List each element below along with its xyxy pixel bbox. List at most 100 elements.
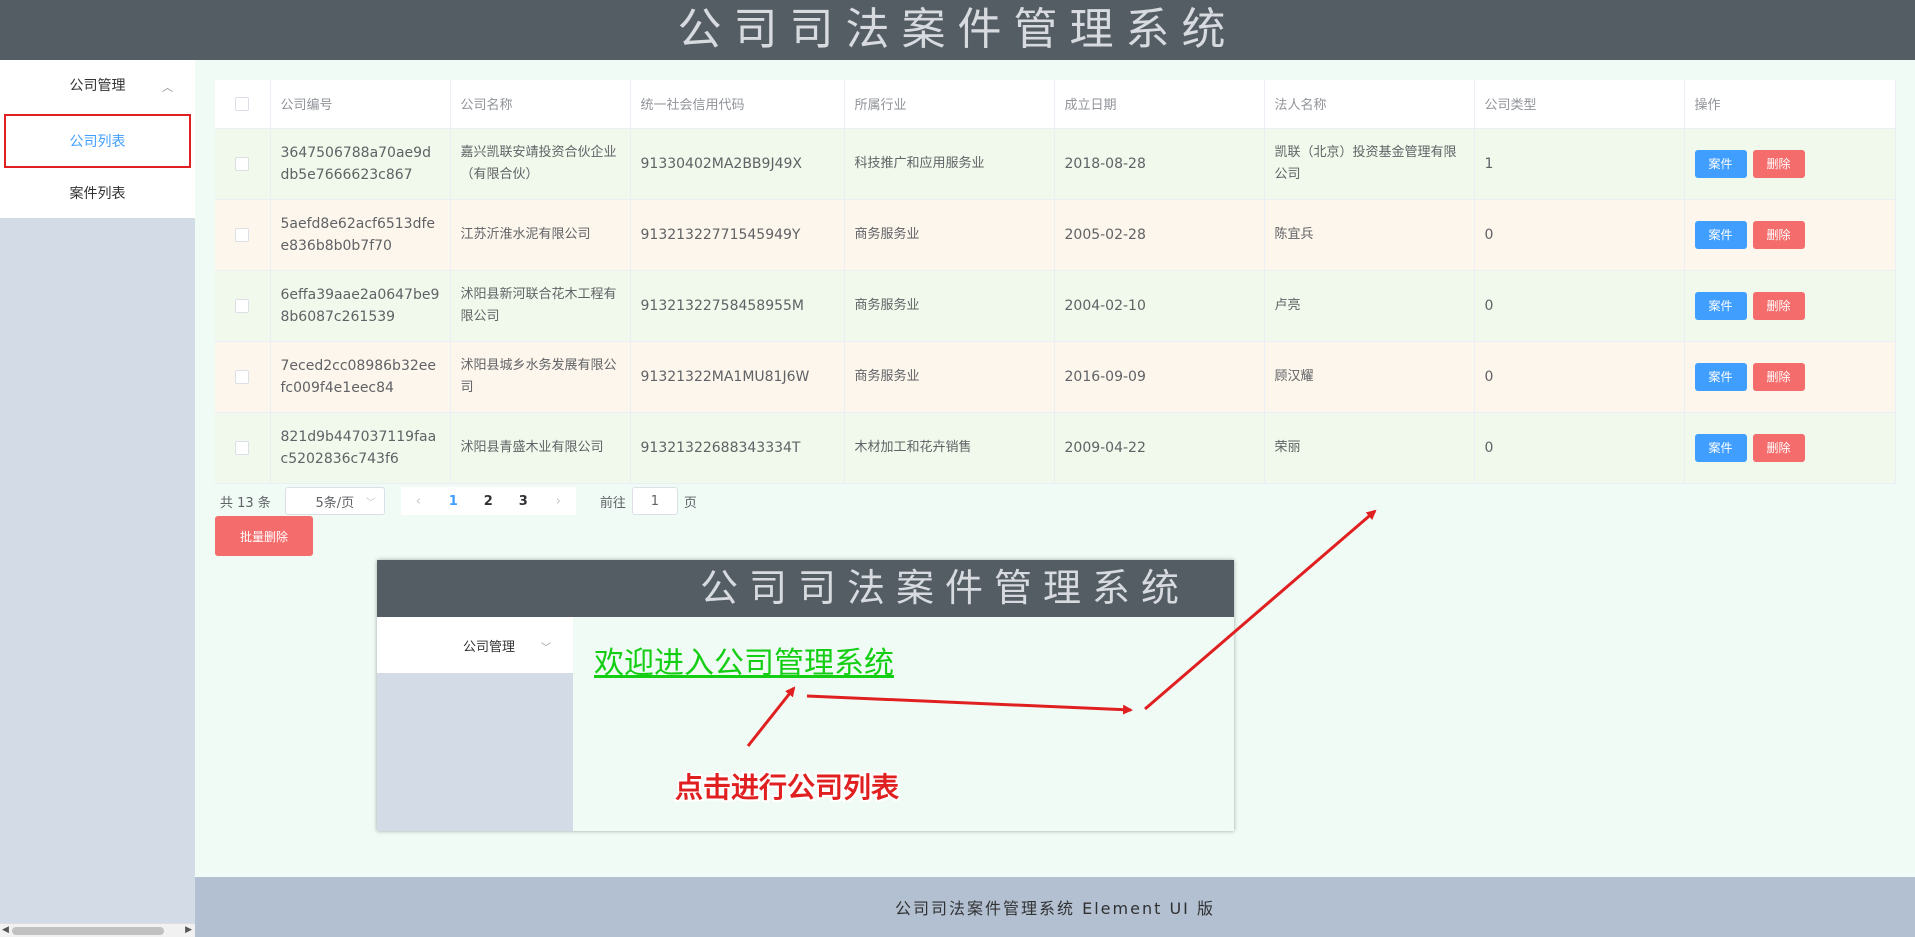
goto-page-input[interactable]: 1 xyxy=(631,487,678,515)
cell-company-name: 江苏沂淮水泥有限公司 xyxy=(450,199,631,271)
goto-suffix: 页 xyxy=(683,495,697,511)
table-row: 5aefd8e62acf6513dfee836b8b0b7f70 江苏沂淮水泥有… xyxy=(215,199,1896,271)
cell-company-name: 沭阳县城乡水务发展有限公司 xyxy=(450,341,631,413)
annotation-text: 点击进行公司列表 xyxy=(675,771,900,804)
cell-company-id: 821d9b447037119faac5202836c743f6 xyxy=(270,412,451,484)
cell-industry: 商务服务业 xyxy=(844,270,1055,342)
table-row: 821d9b447037119faac5202836c743f6 沭阳县青盛木业… xyxy=(215,412,1896,484)
row-checkbox[interactable] xyxy=(235,156,250,171)
sidebar-item-case-list[interactable]: 案件列表 xyxy=(0,168,195,218)
menu-group-company[interactable]: 公司管理 ﹀ xyxy=(0,60,195,110)
inset-sidebar: 公司管理 ﹀ xyxy=(377,617,573,831)
row-select-cell[interactable] xyxy=(215,128,271,200)
cell-actions: 案件 删除 xyxy=(1684,341,1896,413)
cell-company-type: 0 xyxy=(1474,270,1685,342)
cell-credit-code: 91321322688343334T xyxy=(630,412,845,484)
cell-legal-person: 陈宜兵 xyxy=(1264,199,1475,271)
cell-company-type: 0 xyxy=(1474,199,1685,271)
menu-group-label: 公司管理 xyxy=(69,78,126,94)
cell-company-name: 沭阳县新河联合花木工程有限公司 xyxy=(450,270,631,342)
page-size-select[interactable]: 5条/页 ﹀ xyxy=(284,487,385,515)
sidebar-item-company-list[interactable]: 公司列表 xyxy=(4,114,191,168)
case-button[interactable]: 案件 xyxy=(1694,362,1747,391)
delete-button[interactable]: 删除 xyxy=(1752,220,1805,249)
sidebar: 公司管理 ﹀ 公司列表 案件列表 ◀ ▶ xyxy=(0,60,195,937)
cell-industry: 科技推广和应用服务业 xyxy=(844,128,1055,200)
cell-legal-person: 荣丽 xyxy=(1264,412,1475,484)
inset-menu-group: 公司管理 ﹀ xyxy=(377,617,573,673)
row-checkbox[interactable] xyxy=(235,298,250,313)
scrollbar-thumb[interactable] xyxy=(12,927,164,935)
cell-founded: 2018-08-28 xyxy=(1054,128,1265,200)
cell-legal-person: 凯联（北京）投资基金管理有限公司 xyxy=(1264,128,1475,200)
cell-legal-person: 卢亮 xyxy=(1264,270,1475,342)
row-select-cell[interactable] xyxy=(215,412,271,484)
cell-company-id: 6effa39aae2a0647be98b6087c261539 xyxy=(270,270,451,342)
column-header: 统一社会信用代码 xyxy=(630,80,845,129)
case-button[interactable]: 案件 xyxy=(1694,291,1747,320)
scroll-right-icon[interactable]: ▶ xyxy=(185,925,192,935)
page-number[interactable]: 3 xyxy=(506,494,541,509)
chevron-down-icon: ﹀ xyxy=(541,643,551,654)
case-button[interactable]: 案件 xyxy=(1694,149,1747,178)
page-number[interactable]: 2 xyxy=(471,494,506,509)
delete-button[interactable]: 删除 xyxy=(1752,433,1805,462)
row-select-cell[interactable] xyxy=(215,341,271,413)
cell-credit-code: 91321322758458955M xyxy=(630,270,845,342)
cell-credit-code: 91321322MA1MU81J6W xyxy=(630,341,845,413)
table-row: 7eced2cc08986b32eefc009f4e1eec84 沭阳县城乡水务… xyxy=(215,341,1896,413)
row-checkbox[interactable] xyxy=(235,440,250,455)
chevron-down-icon: ﹀ xyxy=(365,497,376,509)
cell-company-type: 0 xyxy=(1474,412,1685,484)
cell-legal-person: 顾汉耀 xyxy=(1264,341,1475,413)
scroll-left-icon[interactable]: ◀ xyxy=(2,925,9,935)
select-all-cell[interactable] xyxy=(215,80,271,129)
column-header: 所属行业 xyxy=(844,80,1055,129)
cell-industry: 商务服务业 xyxy=(844,199,1055,271)
column-header: 操作 xyxy=(1684,80,1896,129)
cell-actions: 案件 删除 xyxy=(1684,270,1896,342)
row-select-cell[interactable] xyxy=(215,199,271,271)
delete-button[interactable]: 删除 xyxy=(1752,362,1805,391)
page-number[interactable]: 1 xyxy=(436,494,471,509)
pagination: 共 13 条 5条/页 ﹀ ‹ 1 2 3 › 前往 1 页 xyxy=(220,487,697,515)
case-button[interactable]: 案件 xyxy=(1694,433,1747,462)
inset-menu-label: 公司管理 xyxy=(463,639,516,655)
welcome-link: 欢迎进入公司管理系统 xyxy=(594,646,894,681)
cell-actions: 案件 删除 xyxy=(1684,128,1896,200)
table-row: 6effa39aae2a0647be98b6087c261539 沭阳县新河联合… xyxy=(215,270,1896,342)
app-footer: 公司司法案件管理系统 Element UI 版 xyxy=(195,877,1915,937)
cell-company-name: 嘉兴凯联安靖投资合伙企业（有限合伙） xyxy=(450,128,631,200)
inset-title: 公司司法案件管理系统 xyxy=(699,566,1190,610)
cell-company-type: 1 xyxy=(1474,128,1685,200)
company-table: 公司编号 公司名称 统一社会信用代码 所属行业 成立日期 法人名称 公司类型 操… xyxy=(215,80,1896,484)
chevron-up-icon: ﹀ xyxy=(162,80,173,93)
cell-industry: 木材加工和花卉销售 xyxy=(844,412,1055,484)
delete-button[interactable]: 删除 xyxy=(1752,149,1805,178)
row-checkbox[interactable] xyxy=(235,227,250,242)
page-size-value: 5条/页 xyxy=(315,495,355,511)
cell-actions: 案件 删除 xyxy=(1684,412,1896,484)
table-row: 3647506788a70ae9ddb5e7666623c867 嘉兴凯联安靖投… xyxy=(215,128,1896,200)
cell-founded: 2005-02-28 xyxy=(1054,199,1265,271)
cell-company-id: 7eced2cc08986b32eefc009f4e1eec84 xyxy=(270,341,451,413)
row-checkbox[interactable] xyxy=(235,369,250,384)
cell-company-id: 5aefd8e62acf6513dfee836b8b0b7f70 xyxy=(270,199,451,271)
cell-founded: 2009-04-22 xyxy=(1054,412,1265,484)
batch-delete-button[interactable]: 批量删除 xyxy=(215,516,313,556)
cell-company-type: 0 xyxy=(1474,341,1685,413)
case-button[interactable]: 案件 xyxy=(1694,220,1747,249)
cell-industry: 商务服务业 xyxy=(844,341,1055,413)
cell-credit-code: 91321322771545949Y xyxy=(630,199,845,271)
cell-founded: 2004-02-10 xyxy=(1054,270,1265,342)
horizontal-scrollbar[interactable]: ◀ ▶ xyxy=(0,923,195,937)
prev-page-icon[interactable]: ‹ xyxy=(401,494,436,509)
column-header: 法人名称 xyxy=(1264,80,1475,129)
delete-button[interactable]: 删除 xyxy=(1752,291,1805,320)
row-select-cell[interactable] xyxy=(215,270,271,342)
cell-company-name: 沭阳县青盛木业有限公司 xyxy=(450,412,631,484)
cell-actions: 案件 删除 xyxy=(1684,199,1896,271)
app-header: 公司司法案件管理系统 xyxy=(0,0,1915,60)
next-page-icon[interactable]: › xyxy=(541,494,576,509)
select-all-checkbox[interactable] xyxy=(235,96,250,111)
